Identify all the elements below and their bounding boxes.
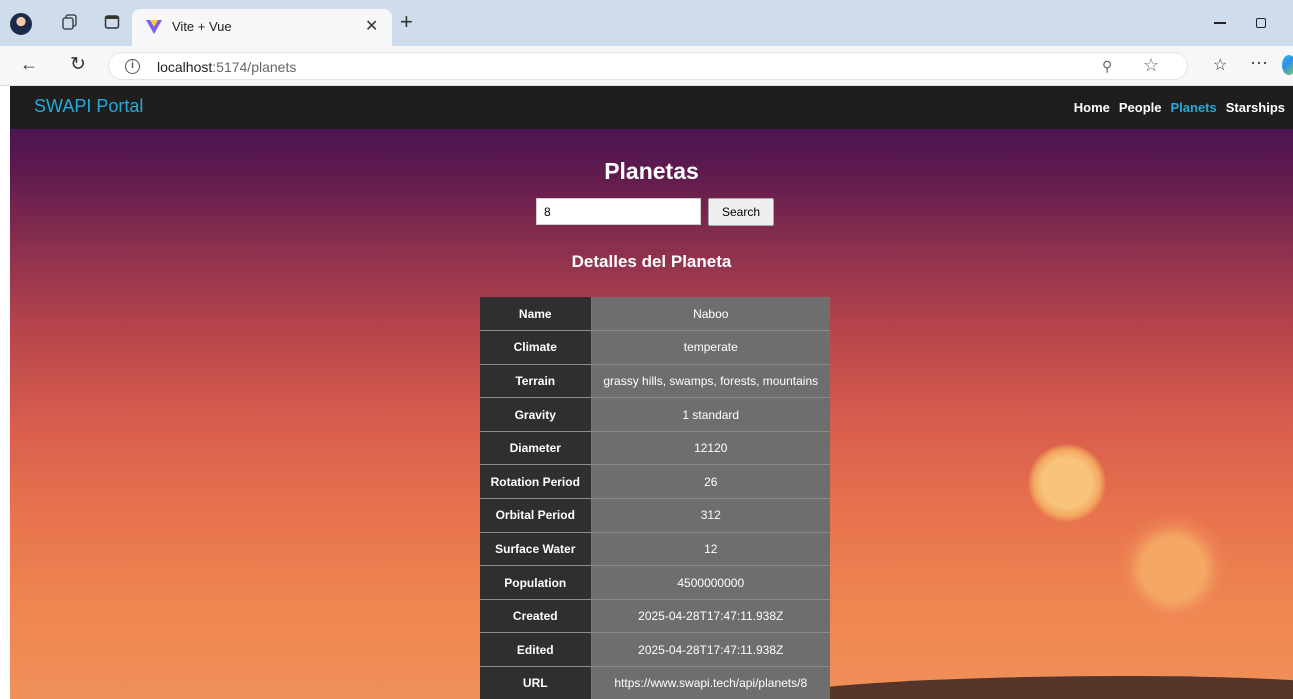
- row-label: Terrain: [480, 364, 592, 399]
- row-label: Climate: [480, 330, 592, 365]
- nav-links: Home People Planets Starships: [1074, 100, 1285, 115]
- table-row: Orbital Period 312: [480, 498, 830, 533]
- row-label: Surface Water: [480, 532, 592, 567]
- zoom-icon[interactable]: ⚲: [1102, 58, 1112, 75]
- url-field[interactable]: i localhost:5174/planets ⚲ ☆: [108, 52, 1188, 80]
- row-value: 12: [591, 532, 830, 567]
- brand-logo[interactable]: SWAPI Portal: [34, 96, 143, 117]
- search-input[interactable]: [536, 198, 701, 225]
- row-value: 312: [591, 498, 830, 533]
- nav-starships[interactable]: Starships: [1226, 100, 1285, 115]
- new-tab-icon[interactable]: +: [400, 9, 413, 35]
- row-value: 12120: [591, 431, 830, 466]
- table-row: Terrain grassy hills, swamps, forests, mo…: [480, 364, 830, 399]
- search-button[interactable]: Search: [708, 198, 774, 226]
- table-row: Rotation Period 26: [480, 464, 830, 500]
- ground-silhouette: [770, 676, 1293, 699]
- row-value: grassy hills, swamps, forests, mountains: [591, 364, 830, 399]
- row-label: Created: [480, 599, 592, 634]
- vite-logo-icon: [146, 20, 162, 34]
- row-label: Population: [480, 565, 592, 600]
- tab-title: Vite + Vue: [172, 19, 232, 34]
- table-row: URL https://www.swapi.tech/api/planets/8: [480, 666, 830, 699]
- row-label: URL: [480, 666, 592, 699]
- details-title: Detalles del Planeta: [571, 252, 732, 271]
- site-info-icon[interactable]: i: [125, 59, 140, 74]
- copilot-icon[interactable]: [1282, 55, 1293, 75]
- back-icon[interactable]: ←: [20, 54, 38, 75]
- reload-icon[interactable]: ↻: [70, 53, 86, 76]
- browser-tab-bar: Vite + Vue ✕ +: [0, 0, 1293, 46]
- sun-decoration: [1118, 514, 1228, 624]
- vertical-tabs-icon[interactable]: [104, 14, 120, 30]
- page-viewport: SWAPI Portal Home People Planets Starshi…: [10, 86, 1293, 699]
- table-row: Name Naboo: [480, 297, 830, 332]
- browser-tab[interactable]: Vite + Vue ✕: [132, 9, 392, 46]
- nav-planets[interactable]: Planets: [1171, 100, 1217, 115]
- row-value: 2025-04-28T17:47:11.938Z: [591, 599, 830, 634]
- restore-icon[interactable]: [1256, 18, 1266, 28]
- table-row: Created 2025-04-28T17:47:11.938Z: [480, 599, 830, 634]
- address-bar: ← ↻ i localhost:5174/planets ⚲ ☆: [0, 46, 1293, 86]
- planet-details-table: Name Naboo Climate temperate Terrain grassy h…: [480, 297, 830, 699]
- row-label: Gravity: [480, 397, 592, 432]
- row-label: Name: [480, 297, 592, 332]
- favorite-star-icon[interactable]: ☆: [1143, 55, 1159, 76]
- minimize-icon[interactable]: [1214, 22, 1226, 24]
- row-label: Edited: [480, 632, 592, 668]
- row-label: Orbital Period: [480, 498, 592, 533]
- table-row: Climate temperate: [480, 330, 830, 365]
- row-value: 26: [591, 464, 830, 500]
- close-tab-icon[interactable]: ✕: [365, 16, 378, 36]
- row-value: 2025-04-28T17:47:11.938Z: [591, 632, 830, 668]
- table-row: Diameter 12120: [480, 431, 830, 466]
- app-navbar: SWAPI Portal Home People Planets Starshi…: [10, 86, 1293, 129]
- row-value: 4500000000: [591, 565, 830, 600]
- favorites-icon[interactable]: ☆: [1213, 55, 1227, 75]
- url-text: localhost:5174/planets: [157, 59, 297, 75]
- page-title: Planetas: [604, 158, 699, 184]
- table-row: Edited 2025-04-28T17:47:11.938Z: [480, 632, 830, 668]
- profile-avatar[interactable]: [10, 13, 32, 35]
- table-row: Gravity 1 standard: [480, 397, 830, 432]
- table-row: Population 4500000000: [480, 565, 830, 600]
- sun-decoration: [1028, 444, 1106, 522]
- table-row: Surface Water 12: [480, 532, 830, 567]
- nav-people[interactable]: People: [1119, 100, 1162, 115]
- row-value: 1 standard: [591, 397, 830, 432]
- row-value: Naboo: [591, 297, 830, 332]
- row-label: Rotation Period: [480, 464, 592, 500]
- more-options-icon[interactable]: ···: [1250, 52, 1268, 73]
- row-label: Diameter: [480, 431, 592, 466]
- workspaces-icon[interactable]: [62, 14, 78, 30]
- row-value: temperate: [591, 330, 830, 365]
- nav-home[interactable]: Home: [1074, 100, 1110, 115]
- row-value: https://www.swapi.tech/api/planets/8: [591, 666, 830, 699]
